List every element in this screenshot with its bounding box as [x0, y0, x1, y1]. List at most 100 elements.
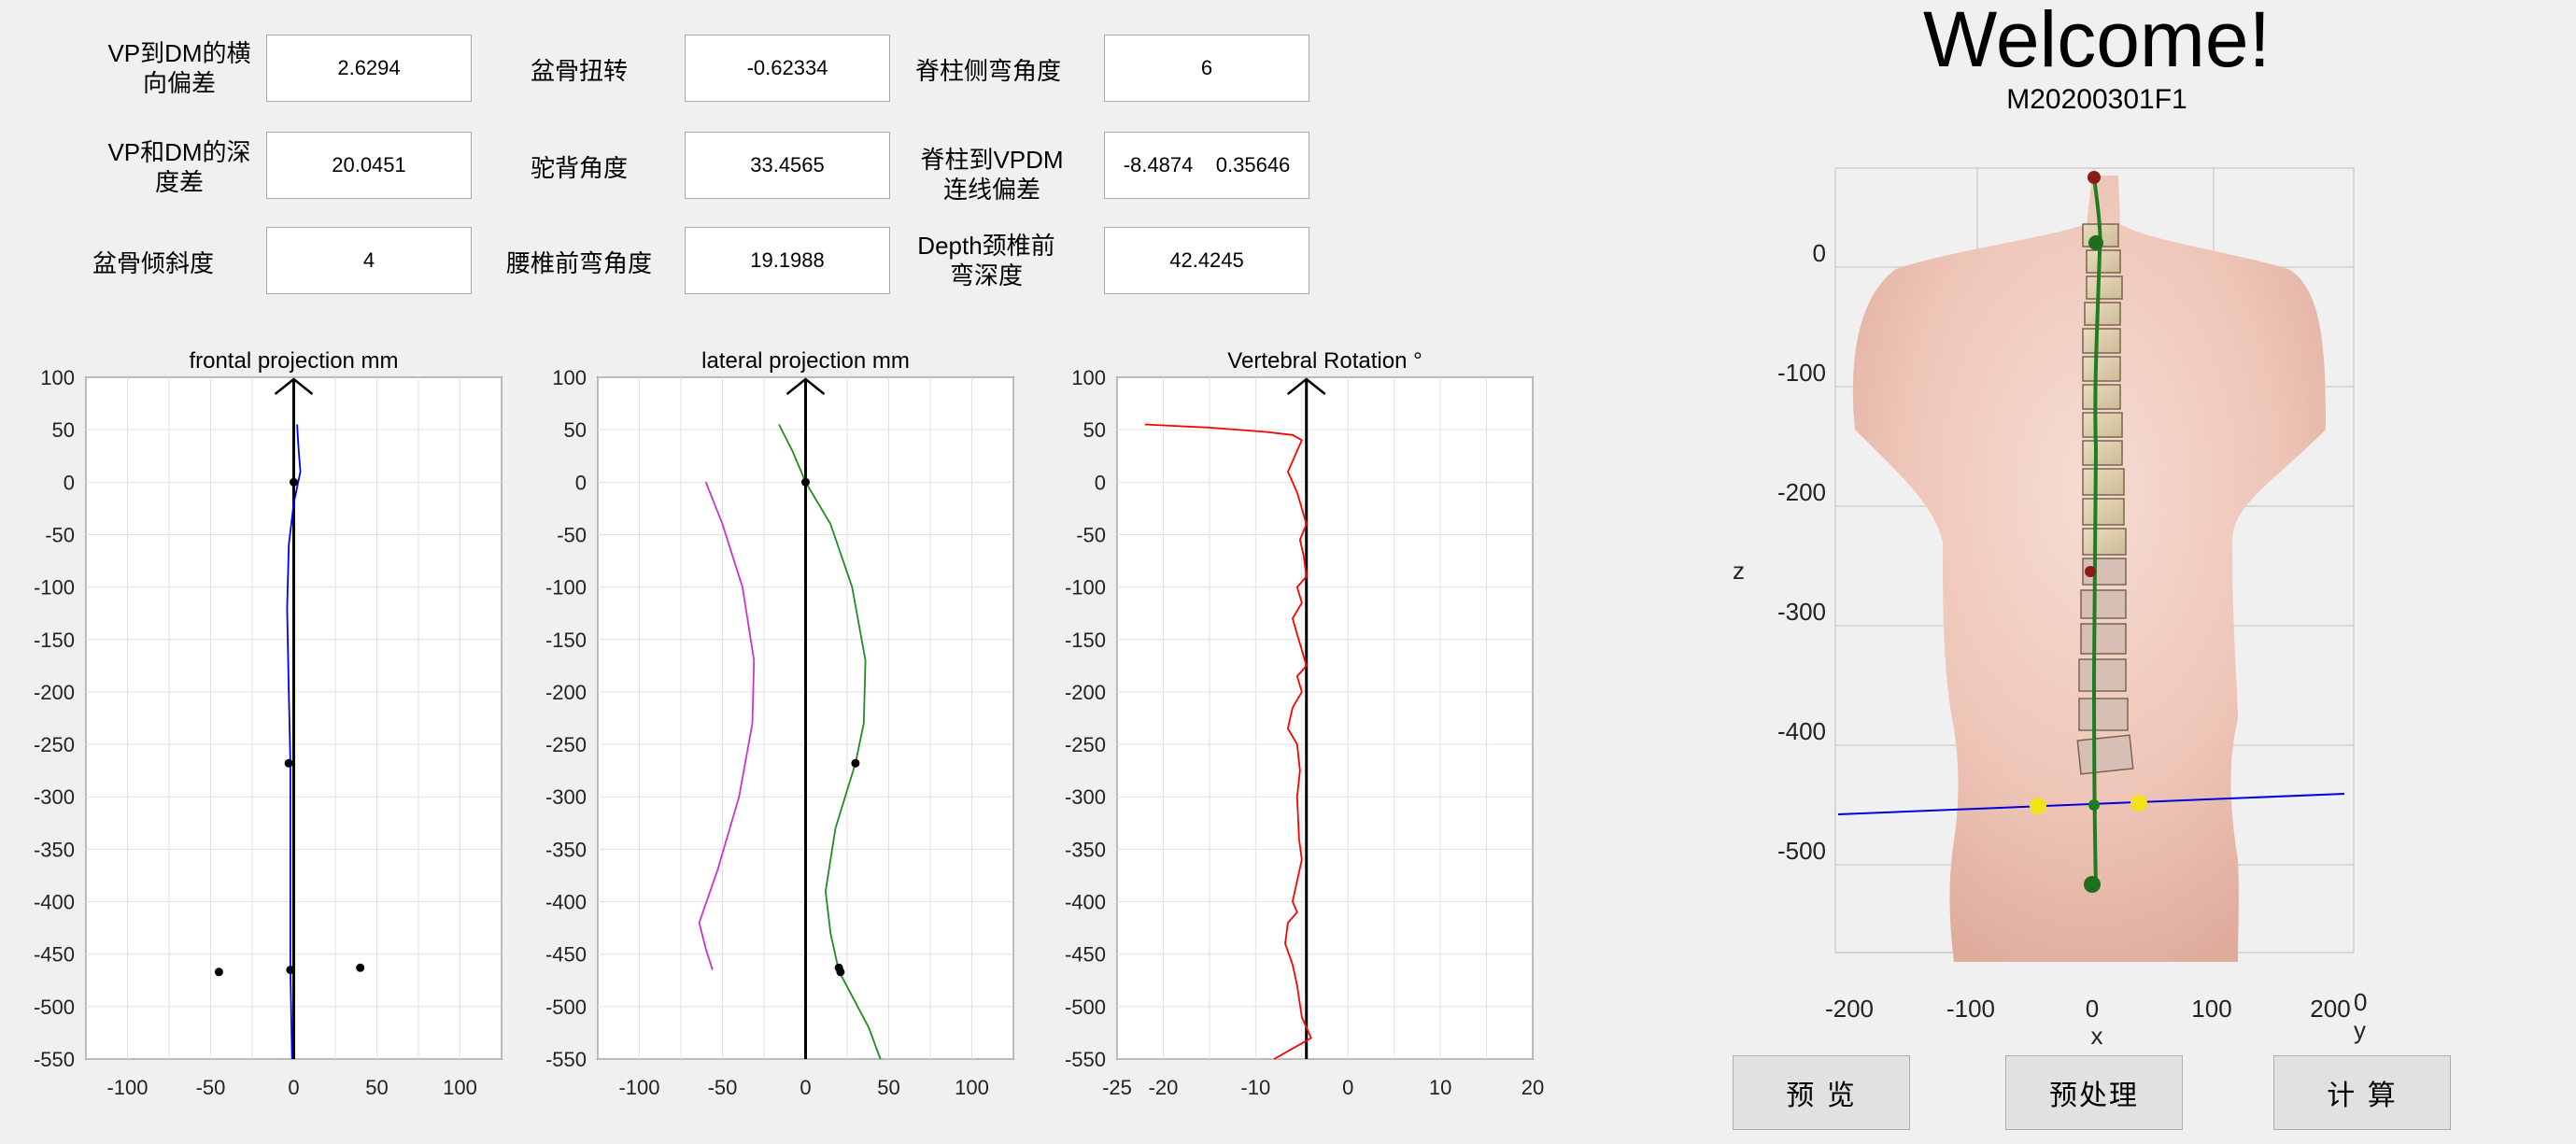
y-tick-label: -500 [545, 996, 587, 1019]
marker-bottom [2084, 876, 2101, 893]
x-tick-label: 10 [1429, 1076, 1451, 1099]
y-tick-label: 50 [564, 418, 587, 442]
landmark-point [356, 963, 365, 972]
welcome-title: Welcome! [1923, 0, 2271, 83]
y-tick-label: -400 [34, 891, 75, 914]
x-tick-label: 0 [800, 1076, 811, 1099]
spine-3d-view[interactable]: 0 -100 -200 -300 -400 -500 z -200 -100 0… [1709, 149, 2382, 1050]
compute-button[interactable]: 计 算 [2273, 1055, 2451, 1130]
y-tick-label: -550 [1065, 1048, 1106, 1071]
param-field-pelvic-tilt[interactable]: 4 [266, 227, 472, 294]
lateral-projection-chart: 100 50 0 -50 -100 -150 -200 -250 -300 -350 -400 -45… [545, 348, 1014, 1099]
y-tick-label: 50 [1083, 418, 1106, 442]
marker-apex [2085, 566, 2096, 577]
preview-button[interactable]: 预 览 [1733, 1055, 1910, 1130]
x-tick-label: -20 [1149, 1076, 1179, 1099]
y-tick-label: -550 [34, 1048, 75, 1071]
x-tick-label: 50 [877, 1076, 899, 1099]
y-tick-label: -550 [545, 1048, 587, 1071]
x-tick: 200 [2310, 995, 2350, 1023]
param-label-lordosis-angle: 腰椎前弯角度 [505, 249, 652, 277]
param-label-lateral-offset: VP到DM的横 向偏差 [107, 39, 251, 97]
z-tick: -500 [1777, 837, 1826, 865]
x-tick-label: -100 [618, 1076, 659, 1099]
param-label-cervical-depth: Depth颈椎前 弯深度 [917, 232, 1055, 290]
y-tick-label: 50 [52, 418, 75, 442]
x-tick-label: -25 [1102, 1076, 1132, 1099]
y-tick-label: 0 [64, 471, 75, 494]
y-tick-label: -100 [34, 576, 75, 600]
y-tick-label: -50 [557, 523, 587, 546]
y-tick-label: -350 [34, 838, 75, 861]
y-tick-label: 100 [1071, 366, 1106, 389]
param-field-spine-vpdm-offset[interactable]: -8.4874 0.35646 [1104, 132, 1309, 199]
preprocess-button[interactable]: 预处理 [2005, 1055, 2183, 1130]
x-tick-label: 100 [443, 1076, 477, 1099]
y-tick-label: -300 [34, 785, 75, 809]
x-tick: -200 [1825, 995, 1874, 1023]
landmark-point [214, 967, 223, 977]
chart-title: Vertebral Rotation ° [1227, 348, 1422, 374]
y-tick-label: -400 [545, 891, 587, 914]
y-tick-label: -50 [1076, 523, 1106, 546]
x-axis-label: x [2091, 1022, 2103, 1050]
y-tick-label: -250 [34, 733, 75, 756]
landmark-point [286, 966, 295, 975]
landmark-point [284, 758, 293, 768]
param-label-kyphosis-angle: 驼背角度 [530, 154, 628, 182]
x-tick-label: -10 [1240, 1076, 1270, 1099]
marker-pelvis-left [2030, 798, 2046, 814]
vertebral-rotation-chart: 100500-50-100-150-200-250-300-350-400-45… [1065, 348, 1544, 1099]
y-tick-label: -350 [1065, 838, 1106, 861]
param-field-depth-diff[interactable]: 20.0451 [266, 132, 472, 199]
param-field-lordosis-angle[interactable]: 19.1988 [685, 227, 890, 294]
x-tick-label: 50 [365, 1076, 388, 1099]
landmark-point [290, 477, 298, 487]
y-tick-label: -150 [545, 628, 587, 652]
plot-area [1116, 376, 1534, 1060]
y-axis-label: y [2354, 1016, 2366, 1044]
param-field-kyphosis-angle[interactable]: 33.4565 [685, 132, 890, 199]
x-tick: 0 [2086, 995, 2099, 1023]
param-label-scoliosis-angle: 脊柱侧弯角度 [914, 57, 1061, 85]
y-tick-label: -150 [34, 628, 75, 652]
y-tick: 0 [2354, 988, 2367, 1016]
x-tick-label: 0 [288, 1076, 299, 1099]
marker-pelvis-right [2130, 795, 2147, 812]
y-tick-label: -200 [1065, 681, 1106, 704]
landmark-point [801, 477, 810, 487]
landmark-point [836, 967, 845, 977]
param-label-spine-vpdm-offset: 脊柱到VPDM 连线偏差 [920, 146, 1064, 204]
y-tick-label: -300 [545, 785, 587, 809]
param-label-pelvic-tilt: 盆骨倾斜度 [92, 249, 214, 277]
x-tick-label: -100 [106, 1076, 148, 1099]
param-field-scoliosis-angle[interactable]: 6 [1104, 35, 1309, 102]
y-tick-label: -450 [1065, 943, 1106, 967]
y-tick-label: 0 [575, 471, 587, 494]
marker-vp [2088, 171, 2101, 184]
y-tick-label: -450 [545, 943, 587, 967]
x-tick-label: 20 [1522, 1076, 1544, 1099]
y-tick-label: -50 [45, 523, 75, 546]
z-axis-label: z [1733, 557, 1745, 585]
param-field-pelvis-torsion[interactable]: -0.62334 [685, 35, 890, 102]
param-label-pelvis-torsion: 盆骨扭转 [530, 57, 628, 85]
x-tick: -100 [1946, 995, 1995, 1023]
x-tick-label: -50 [708, 1076, 738, 1099]
y-tick-label: -450 [34, 943, 75, 967]
z-tick: 0 [1813, 239, 1826, 267]
x-tick-label: 100 [955, 1076, 989, 1099]
frontal-projection-chart: 100 50 0 -50 -100 -150 -200 -250 -300 -350 -400 -45… [34, 348, 502, 1099]
x-tick-label: 0 [1342, 1076, 1353, 1099]
y-tick-label: -100 [545, 576, 587, 600]
z-tick: -400 [1777, 717, 1826, 745]
chart-title: frontal projection mm [189, 348, 398, 374]
y-tick-label: -250 [1065, 733, 1106, 756]
x-tick-label: -50 [196, 1076, 226, 1099]
y-tick-label: 100 [40, 366, 75, 389]
y-tick-label: -200 [34, 681, 75, 704]
param-field-cervical-depth[interactable]: 42.4245 [1104, 227, 1309, 294]
y-tick-label: -150 [1065, 628, 1106, 652]
y-tick-label: -400 [1065, 891, 1106, 914]
param-field-lateral-offset[interactable]: 2.6294 [266, 35, 472, 102]
